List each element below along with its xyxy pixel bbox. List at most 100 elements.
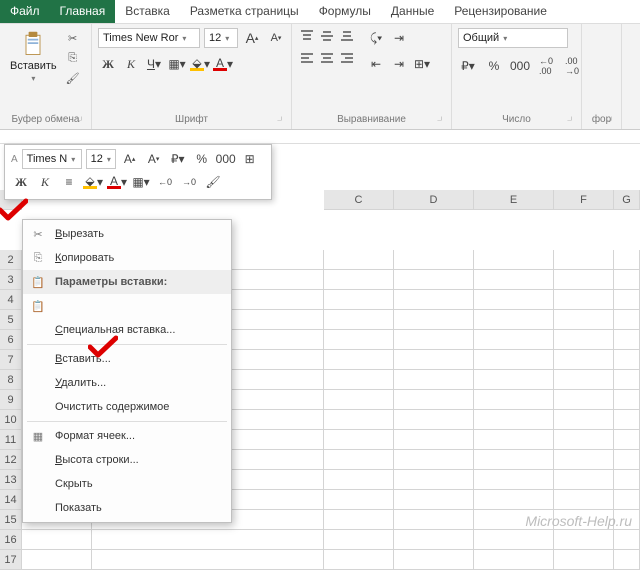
cell-empty[interactable] bbox=[474, 310, 554, 330]
cell-empty[interactable] bbox=[22, 530, 92, 550]
cell-empty[interactable] bbox=[614, 550, 640, 570]
cell-empty[interactable] bbox=[324, 410, 394, 430]
cell-empty[interactable] bbox=[92, 550, 324, 570]
percent-button[interactable]: % bbox=[484, 56, 504, 76]
cell-empty[interactable] bbox=[22, 550, 92, 570]
cell-empty[interactable] bbox=[614, 490, 640, 510]
mini-comma[interactable]: 000 bbox=[216, 149, 236, 169]
cell-empty[interactable] bbox=[324, 490, 394, 510]
align-middle-button[interactable] bbox=[318, 28, 336, 44]
decrease-indent-button[interactable]: ⇤ bbox=[366, 54, 386, 74]
cell-empty[interactable] bbox=[554, 270, 614, 290]
cell-empty[interactable] bbox=[474, 450, 554, 470]
cell-empty[interactable] bbox=[554, 470, 614, 490]
cell-empty[interactable] bbox=[554, 330, 614, 350]
cell-empty[interactable] bbox=[324, 350, 394, 370]
cell-empty[interactable] bbox=[394, 270, 474, 290]
tab-home[interactable]: Главная bbox=[50, 0, 116, 23]
row-header-3[interactable]: 3 bbox=[0, 270, 22, 290]
row-header-15[interactable]: 15 bbox=[0, 510, 22, 530]
cell-empty[interactable] bbox=[554, 490, 614, 510]
tab-review[interactable]: Рецензирование bbox=[444, 0, 557, 23]
col-header-c[interactable]: C bbox=[324, 190, 394, 210]
cell-empty[interactable] bbox=[324, 390, 394, 410]
row-header-7[interactable]: 7 bbox=[0, 350, 22, 370]
cell-empty[interactable] bbox=[474, 270, 554, 290]
cell-empty[interactable] bbox=[554, 290, 614, 310]
cell-empty[interactable] bbox=[324, 250, 394, 270]
format-painter-icon[interactable]: 🖌 bbox=[65, 70, 81, 86]
row-header-12[interactable]: 12 bbox=[0, 450, 22, 470]
grow-font-button[interactable]: A▴ bbox=[242, 28, 262, 48]
align-right-button[interactable] bbox=[338, 50, 356, 66]
ctx-clear[interactable]: Очистить содержимое bbox=[23, 395, 231, 419]
align-top-button[interactable] bbox=[298, 28, 316, 44]
cell-empty[interactable] bbox=[554, 250, 614, 270]
row-header-10[interactable]: 10 bbox=[0, 410, 22, 430]
ctx-hide[interactable]: Скрыть bbox=[23, 472, 231, 496]
borders-button[interactable]: ▦▾ bbox=[167, 54, 187, 74]
ctx-cut[interactable]: ✂Вырезать bbox=[23, 222, 231, 246]
font-select[interactable]: Times New Ror▾ bbox=[98, 28, 200, 48]
tab-insert[interactable]: Вставка bbox=[115, 0, 180, 23]
cell-empty[interactable] bbox=[394, 470, 474, 490]
row-header-17[interactable]: 17 bbox=[0, 550, 22, 570]
row-header-2[interactable]: 2 bbox=[0, 250, 22, 270]
cell-empty[interactable] bbox=[614, 290, 640, 310]
row-header-14[interactable]: 14 bbox=[0, 490, 22, 510]
cell-empty[interactable] bbox=[324, 450, 394, 470]
cell-empty[interactable] bbox=[614, 370, 640, 390]
cell-empty[interactable] bbox=[554, 450, 614, 470]
align-bottom-button[interactable] bbox=[338, 28, 356, 44]
ctx-format-cells[interactable]: ▦Формат ячеек... bbox=[23, 424, 231, 448]
cell-empty[interactable] bbox=[614, 430, 640, 450]
ctx-paste-option[interactable]: 📋 bbox=[23, 294, 231, 318]
cell-empty[interactable] bbox=[324, 550, 394, 570]
cell-empty[interactable] bbox=[394, 350, 474, 370]
cell-empty[interactable] bbox=[554, 430, 614, 450]
cell-empty[interactable] bbox=[554, 410, 614, 430]
copy-icon[interactable]: ⎘ bbox=[65, 50, 81, 66]
ctx-insert[interactable]: Вставить... bbox=[23, 347, 231, 371]
cell-empty[interactable] bbox=[324, 290, 394, 310]
increase-decimal-button[interactable]: ←0.00 bbox=[536, 56, 556, 76]
ctx-delete[interactable]: Удалить... bbox=[23, 371, 231, 395]
mini-shrink-font[interactable]: A▾ bbox=[144, 149, 164, 169]
col-header-f[interactable]: F bbox=[554, 190, 614, 210]
mini-font-size[interactable]: 12▾ bbox=[86, 149, 116, 169]
cell-empty[interactable] bbox=[324, 510, 394, 530]
mini-dec-inc[interactable]: ←0 bbox=[155, 172, 175, 192]
cell-empty[interactable] bbox=[394, 530, 474, 550]
comma-style-button[interactable]: 000 bbox=[510, 56, 530, 76]
cell-empty[interactable] bbox=[614, 470, 640, 490]
orientation-button[interactable]: ⤹▾ bbox=[366, 28, 386, 48]
cell-empty[interactable] bbox=[474, 550, 554, 570]
row-header-9[interactable]: 9 bbox=[0, 390, 22, 410]
cut-icon[interactable]: ✂ bbox=[65, 30, 81, 46]
font-size-select[interactable]: 12▾ bbox=[204, 28, 238, 48]
ctx-show[interactable]: Показать bbox=[23, 496, 231, 520]
cell-empty[interactable] bbox=[394, 250, 474, 270]
cell-empty[interactable] bbox=[474, 530, 554, 550]
cell-empty[interactable] bbox=[614, 450, 640, 470]
col-header-d[interactable]: D bbox=[394, 190, 474, 210]
col-header-e[interactable]: E bbox=[474, 190, 554, 210]
row-header-8[interactable]: 8 bbox=[0, 370, 22, 390]
align-left-button[interactable] bbox=[298, 50, 316, 66]
row-header-5[interactable]: 5 bbox=[0, 310, 22, 330]
decrease-decimal-button[interactable]: .00→0 bbox=[562, 56, 582, 76]
cell-empty[interactable] bbox=[324, 430, 394, 450]
cell-empty[interactable] bbox=[554, 550, 614, 570]
cell-empty[interactable] bbox=[324, 370, 394, 390]
cell-empty[interactable] bbox=[474, 470, 554, 490]
cell-empty[interactable] bbox=[614, 350, 640, 370]
mini-dec-dec[interactable]: →0 bbox=[179, 172, 199, 192]
cell-empty[interactable] bbox=[394, 510, 474, 530]
tab-file[interactable]: Файл bbox=[0, 0, 50, 23]
cell-empty[interactable] bbox=[474, 350, 554, 370]
currency-button[interactable]: ₽▾ bbox=[458, 56, 478, 76]
cell-empty[interactable] bbox=[394, 290, 474, 310]
cell-empty[interactable] bbox=[554, 310, 614, 330]
cell-empty[interactable] bbox=[324, 270, 394, 290]
mini-font-select[interactable]: Times N▾ bbox=[22, 149, 82, 169]
